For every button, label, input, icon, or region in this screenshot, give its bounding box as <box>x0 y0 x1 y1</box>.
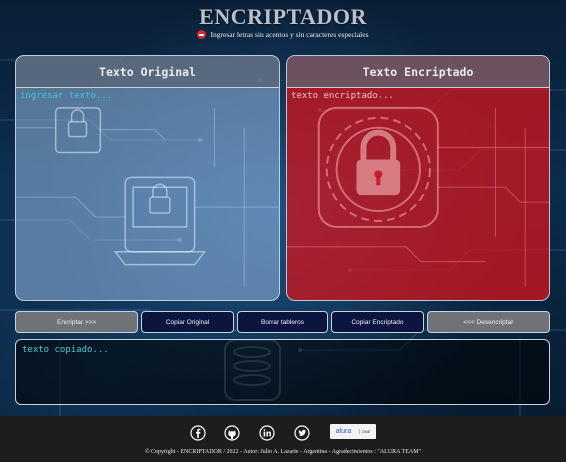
encrypt-button[interactable]: Encriptar >>> <box>15 311 139 333</box>
encrypted-panel-title: Texto Encriptado <box>287 56 549 88</box>
clear-boards-button[interactable]: Borrar tableros <box>236 311 329 333</box>
page-header: ENCRIPTADOR Ingresar letras sin acentos … <box>0 0 566 46</box>
copied-text-field[interactable] <box>15 339 550 405</box>
copy-encrypted-button[interactable]: Copiar Encriptado <box>331 311 424 333</box>
page-title: ENCRIPTADOR <box>199 4 367 29</box>
instructions-text: Ingresar letras sin acentos y sin caract… <box>210 30 369 39</box>
github-icon[interactable] <box>224 425 240 441</box>
encrypted-text-panel: Texto Encriptado <box>286 55 550 301</box>
original-panel-title: Texto Original <box>16 56 279 88</box>
decrypt-button[interactable]: <<< Desencriptar <box>426 311 551 333</box>
alura-logo-text: alura <box>335 428 352 435</box>
facebook-icon[interactable] <box>190 425 206 441</box>
page-footer <box>0 416 566 462</box>
one-logo-text: ONE <box>358 429 370 434</box>
copyright-text: © Copyright - ENCRIPTADOR / 2022 - Autor… <box>144 449 422 455</box>
copy-original-button[interactable]: Copiar Original <box>141 311 234 333</box>
original-text-panel: Texto Original <box>15 55 280 301</box>
social-links <box>0 425 566 443</box>
twitter-icon[interactable] <box>294 425 310 441</box>
original-text-input[interactable] <box>16 88 279 300</box>
encrypted-text-output[interactable] <box>287 88 549 300</box>
no-entry-icon <box>197 30 207 39</box>
action-buttons: Encriptar >>> Copiar Original Borrar tab… <box>15 311 551 333</box>
instructions-line: Ingresar letras sin acentos y sin caract… <box>0 30 566 39</box>
linkedin-icon[interactable] <box>259 425 275 441</box>
alura-logo: alura ONE <box>330 424 376 439</box>
